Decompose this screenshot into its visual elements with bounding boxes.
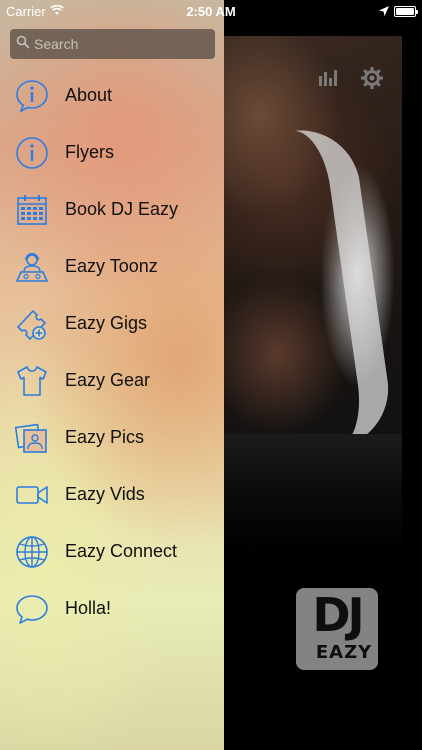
- menu-item-eazy-gear[interactable]: Eazy Gear: [0, 352, 224, 409]
- search-input[interactable]: [34, 36, 204, 52]
- menu-item-label: Eazy Toonz: [65, 256, 158, 276]
- menu-item-about[interactable]: About: [0, 67, 224, 124]
- gear-icon[interactable]: [360, 66, 384, 90]
- menu-list: About Flyers Book DJ Eazy Eazy Toonz Eaz…: [0, 67, 224, 637]
- menu-item-eazy-vids[interactable]: Eazy Vids: [0, 466, 224, 523]
- video-camera-icon: [15, 478, 49, 512]
- dj-icon: [15, 250, 49, 284]
- chat-bubble-icon: [15, 592, 49, 626]
- menu-item-eazy-toonz[interactable]: Eazy Toonz: [0, 238, 224, 295]
- ticket-icon: [15, 307, 49, 341]
- shirt-icon: [15, 364, 49, 398]
- search-bar[interactable]: [10, 29, 215, 59]
- menu-item-eazy-pics[interactable]: Eazy Pics: [0, 409, 224, 466]
- menu-item-label: Eazy Gigs: [65, 313, 148, 333]
- info-icon: [15, 136, 49, 170]
- menu-item-label: Eazy Pics: [65, 427, 145, 447]
- menu-item-holla[interactable]: Holla!: [0, 580, 224, 637]
- menu-item-label: Eazy Connect: [65, 541, 178, 561]
- menu-item-label: Flyers: [65, 142, 114, 162]
- menu-item-flyers[interactable]: Flyers: [0, 124, 224, 181]
- battery-icon: [394, 6, 418, 17]
- dj-photo: [224, 36, 402, 450]
- menu-item-eazy-connect[interactable]: Eazy Connect: [0, 523, 224, 580]
- menu-item-book-dj-eazy[interactable]: Book DJ Eazy: [0, 181, 224, 238]
- main-content: DJ EAZY: [224, 0, 422, 750]
- equalizer-icon[interactable]: [316, 66, 340, 90]
- status-right: [379, 4, 418, 19]
- globe-icon: [15, 535, 49, 569]
- logo-dj-text: DJ: [312, 588, 364, 642]
- menu-item-eazy-gigs[interactable]: Eazy Gigs: [0, 295, 224, 352]
- status-time: 2:50 AM: [186, 4, 236, 19]
- calendar-icon: [15, 193, 49, 227]
- dj-eazy-logo: DJ EAZY: [296, 588, 378, 670]
- menu-item-label: Eazy Vids: [65, 484, 145, 504]
- location-arrow-icon: [379, 4, 389, 19]
- info-icon: [15, 79, 49, 113]
- status-bar: Carrier 2:50 AM: [0, 0, 422, 22]
- search-icon: [16, 35, 30, 54]
- logo-eazy-text: EAZY: [315, 642, 373, 663]
- menu-item-label: Eazy Gear: [65, 370, 151, 390]
- menu-item-label: About: [65, 85, 113, 105]
- menu-item-label: Book DJ Eazy: [65, 199, 179, 219]
- photos-icon: [15, 421, 49, 455]
- side-menu: About Flyers Book DJ Eazy Eazy Toonz: [0, 0, 224, 750]
- menu-item-label: Holla!: [65, 598, 112, 618]
